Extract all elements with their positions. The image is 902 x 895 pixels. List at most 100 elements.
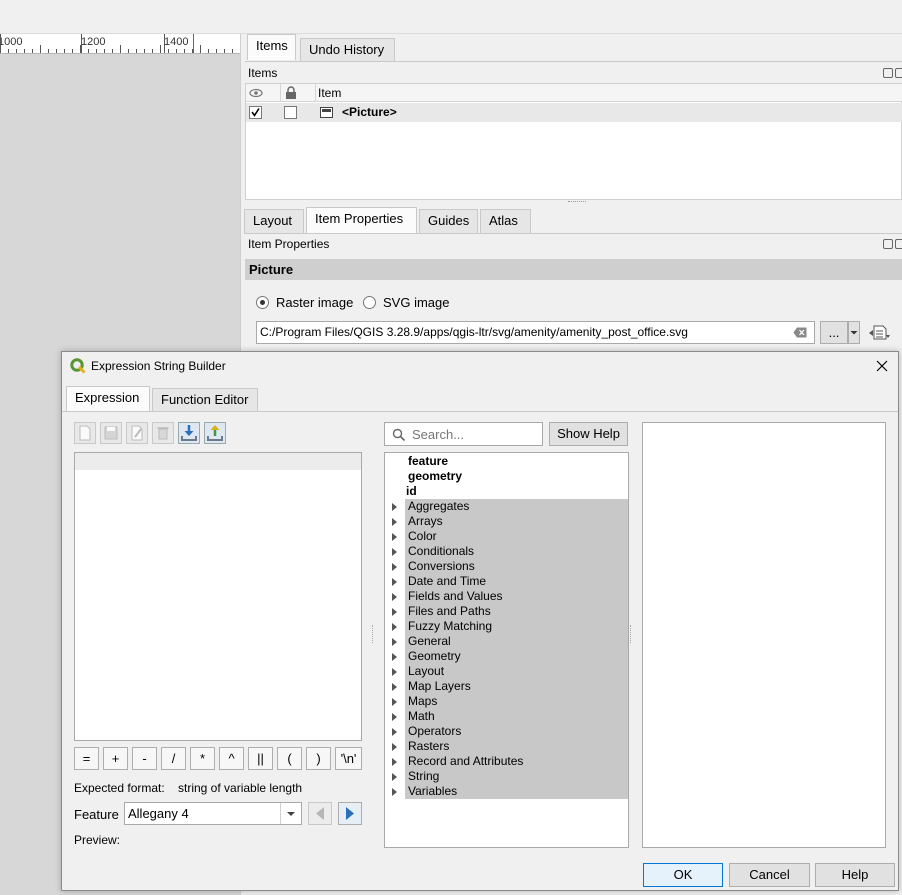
expand-arrow-icon[interactable] [392,668,397,676]
operator-equals-button[interactable]: = [74,747,99,770]
lock-checkbox[interactable] [284,106,297,119]
browse-menu-button[interactable] [848,321,860,344]
next-feature-button[interactable] [338,802,362,825]
tree-group-general[interactable]: General [392,634,628,649]
search-input[interactable]: Search... [384,422,543,446]
tree-group-conversions[interactable]: Conversions [392,559,628,574]
raster-image-radio[interactable] [256,296,269,309]
expression-editor[interactable] [74,452,362,741]
tree-group-color[interactable]: Color [392,529,628,544]
tab-guides[interactable]: Guides [419,209,478,233]
tab-items[interactable]: Items [247,34,296,60]
operator-plus-button[interactable]: + [103,747,128,770]
float-panel-icon[interactable] [883,68,893,78]
tree-group-maps[interactable]: Maps [392,694,628,709]
visibility-checkbox[interactable] [249,106,262,119]
float-panel-icon[interactable] [883,239,893,249]
expand-arrow-icon[interactable] [392,683,397,691]
operator-power-button[interactable]: ^ [219,747,244,770]
show-help-button[interactable]: Show Help [549,422,628,446]
function-tree[interactable]: feature geometry id Aggregates Arrays Colo… [384,452,629,848]
expand-arrow-icon[interactable] [392,563,397,571]
expand-arrow-icon[interactable] [392,653,397,661]
splitter-handle[interactable] [630,625,632,643]
close-icon[interactable] [876,360,888,372]
tree-group-rasters[interactable]: Rasters [392,739,628,754]
tree-item-id[interactable]: id [385,484,628,499]
browse-button[interactable]: ... [820,321,848,344]
expand-arrow-icon[interactable] [392,593,397,601]
expand-arrow-icon[interactable] [392,578,397,586]
new-expression-button[interactable] [74,422,96,444]
tree-item-geometry[interactable]: geometry [385,469,628,484]
tree-group-aggregates[interactable]: Aggregates [392,499,628,514]
tree-group-date-and-time[interactable]: Date and Time [392,574,628,589]
tree-group-string[interactable]: String [392,769,628,784]
delete-expression-button[interactable] [152,422,174,444]
tab-function-editor[interactable]: Function Editor [152,388,258,412]
tree-group-files-and-paths[interactable]: Files and Paths [392,604,628,619]
tree-group-arrays[interactable]: Arrays [392,514,628,529]
data-defined-override-icon[interactable] [868,324,892,342]
clear-input-icon[interactable] [793,327,807,338]
ok-button[interactable]: OK [643,863,723,887]
expand-arrow-icon[interactable] [392,713,397,721]
image-path-input[interactable]: C:/Program Files/QGIS 3.28.9/apps/qgis-l… [256,321,815,344]
tab-layout[interactable]: Layout [244,209,304,233]
expand-arrow-icon[interactable] [392,698,397,706]
tab-atlas[interactable]: Atlas [480,209,531,233]
operator-open-paren-button[interactable]: ( [277,747,302,770]
tree-group-fields-and-values[interactable]: Fields and Values [392,589,628,604]
table-row[interactable]: <Picture> [246,103,902,122]
feature-dropdown-button[interactable] [280,803,301,824]
previous-feature-button[interactable] [308,802,332,825]
expand-arrow-icon[interactable] [392,503,397,511]
operator-newline-button[interactable]: '\n' [335,747,362,770]
tree-group-layout[interactable]: Layout [392,664,628,679]
tree-group-math[interactable]: Math [392,709,628,724]
svg-image-radio[interactable] [363,296,376,309]
export-button[interactable] [204,422,226,444]
svg-image-label[interactable]: SVG image [383,295,449,310]
save-expression-button[interactable] [100,422,122,444]
import-button[interactable] [178,422,200,444]
expand-arrow-icon[interactable] [392,773,397,781]
tree-group-map-layers[interactable]: Map Layers [392,679,628,694]
expand-arrow-icon[interactable] [392,743,397,751]
tree-group-operators[interactable]: Operators [392,724,628,739]
operator-multiply-button[interactable]: * [190,747,215,770]
help-button[interactable]: Help [815,863,895,887]
tab-item-properties[interactable]: Item Properties [306,207,417,233]
operator-close-paren-button[interactable]: ) [306,747,331,770]
operator-minus-button[interactable]: - [132,747,157,770]
tree-group-record-and-attributes[interactable]: Record and Attributes [392,754,628,769]
tree-group-geometry[interactable]: Geometry [392,649,628,664]
expand-arrow-icon[interactable] [392,788,397,796]
tab-undo-history[interactable]: Undo History [300,38,395,62]
expand-arrow-icon[interactable] [392,758,397,766]
operator-divide-button[interactable]: / [161,747,186,770]
feature-combobox[interactable]: Allegany 4 [124,802,302,825]
close-panel-icon[interactable] [895,239,902,249]
expand-arrow-icon[interactable] [392,518,397,526]
section-header-picture[interactable]: Picture [245,259,902,280]
tree-group-variables[interactable]: Variables [392,784,628,799]
raster-image-label[interactable]: Raster image [276,295,353,310]
operator-concat-button[interactable]: || [248,747,273,770]
tree-group-conditionals[interactable]: Conditionals [392,544,628,559]
expand-arrow-icon[interactable] [392,533,397,541]
column-header-item[interactable]: Item [318,86,341,100]
splitter-handle[interactable] [568,201,586,204]
expand-arrow-icon[interactable] [392,638,397,646]
close-panel-icon[interactable] [895,68,902,78]
splitter-handle[interactable] [372,625,374,643]
expand-arrow-icon[interactable] [392,608,397,616]
expand-arrow-icon[interactable] [392,623,397,631]
tab-expression[interactable]: Expression [66,386,150,412]
expand-arrow-icon[interactable] [392,728,397,736]
expand-arrow-icon[interactable] [392,548,397,556]
tree-group-fuzzy-matching[interactable]: Fuzzy Matching [392,619,628,634]
cancel-button[interactable]: Cancel [729,863,810,887]
edit-expression-button[interactable] [126,422,148,444]
tree-item-feature[interactable]: feature [385,454,628,469]
